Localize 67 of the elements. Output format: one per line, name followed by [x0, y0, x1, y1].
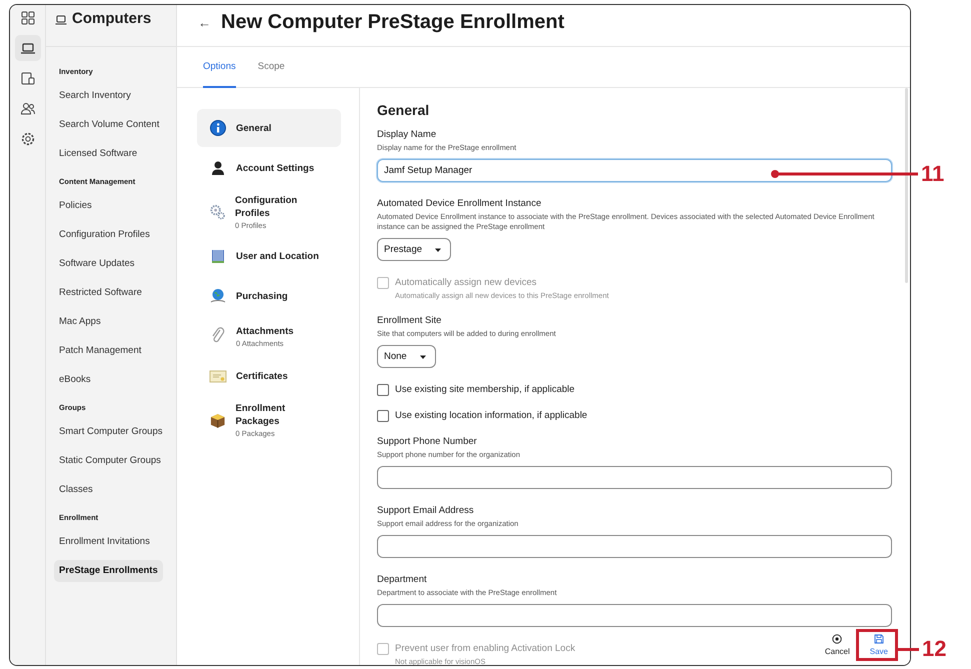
settings-icon [20, 130, 36, 146]
text-field[interactable]: Jamf Setup Manager [377, 159, 892, 182]
field-label: Display Name [377, 129, 438, 141]
sidebar-item[interactable]: Enrollment Invitations [54, 532, 155, 552]
devices-icon [20, 70, 36, 86]
highlight-frame [856, 629, 898, 661]
users-icon [20, 100, 36, 116]
grid-icon [20, 10, 36, 26]
leader-line [898, 648, 919, 650]
sidebar-item[interactable]: PreStage Enrollments [54, 560, 163, 582]
checkbox-label: Automatically assign new devices [395, 277, 538, 289]
field-label: Support Email Address [377, 505, 475, 517]
options-nav-item[interactable]: Purchasing [197, 277, 341, 315]
sidebar-item[interactable]: Search Inventory [54, 86, 136, 106]
options-nav-item[interactable]: Account Settings [197, 149, 341, 187]
dropdown[interactable]: None [377, 345, 436, 368]
field-label: Department [377, 574, 428, 586]
laptop-icon [55, 14, 67, 25]
sidebar-item[interactable]: Configuration Profiles [54, 225, 155, 245]
field-label: Automated Device Enrollment Instance [377, 198, 542, 210]
page-title: New Computer PreStage Enrollment [221, 11, 564, 34]
cancel-icon [832, 634, 842, 644]
sidebar-item[interactable]: Software Updates [54, 254, 140, 274]
sidebar-item[interactable]: Mac Apps [54, 312, 106, 332]
tab[interactable]: Scope [258, 47, 285, 88]
field-label: Enrollment Site [377, 315, 442, 327]
checkbox-label: Use existing site membership, if applicable [395, 384, 575, 396]
sidebar-item[interactable]: Classes [54, 480, 98, 500]
info-icon [209, 119, 227, 137]
callout-number: 12 [922, 636, 946, 662]
sidebar-item[interactable]: eBooks [54, 370, 96, 390]
checkbox-label: Use existing location information, if applicable [395, 410, 588, 422]
save-icon [874, 634, 884, 644]
checkbox[interactable] [377, 410, 389, 422]
save-button[interactable]: Save [866, 632, 892, 658]
gears-icon [209, 203, 226, 221]
checkbox[interactable] [377, 384, 389, 396]
sidebar-item[interactable]: Licensed Software [54, 144, 142, 164]
sidebar-item[interactable]: Search Volume Content [54, 115, 164, 135]
sidebar-item[interactable]: Policies [54, 196, 97, 216]
field-label: Support Phone Number [377, 436, 478, 448]
sidebar-item[interactable]: Patch Management [54, 341, 146, 361]
sidebar-item[interactable]: Static Computer Groups [54, 451, 166, 471]
person-icon [209, 159, 227, 177]
checkbox-label: Prevent user from enabling Activation Lock [395, 643, 576, 655]
options-nav-item[interactable]: General [197, 109, 341, 147]
caret-icon [434, 246, 442, 252]
text-field[interactable] [377, 604, 892, 627]
back-arrow[interactable]: ← [198, 15, 211, 30]
sidebar-item[interactable]: Restricted Software [54, 283, 147, 303]
callout-number: 11 [921, 161, 944, 187]
options-nav-item[interactable]: Certificates [197, 357, 341, 395]
caret-icon [418, 354, 427, 360]
building-icon [209, 247, 227, 265]
sidebar-item[interactable]: Smart Computer Groups [54, 422, 168, 442]
text-field[interactable] [377, 535, 892, 558]
nav-rail-button[interactable] [14, 35, 40, 61]
globe-icon [209, 287, 227, 305]
text-field[interactable] [377, 466, 892, 489]
dropdown[interactable]: Prestage [377, 238, 452, 261]
laptop-icon [20, 40, 36, 56]
section-title: General [377, 102, 430, 118]
package-icon [209, 411, 227, 429]
tab[interactable]: Options [203, 47, 236, 88]
options-nav-item[interactable]: User and Location [197, 237, 341, 275]
sidebar-title: Computers [72, 9, 152, 29]
cancel-button[interactable]: Cancel [820, 632, 854, 658]
